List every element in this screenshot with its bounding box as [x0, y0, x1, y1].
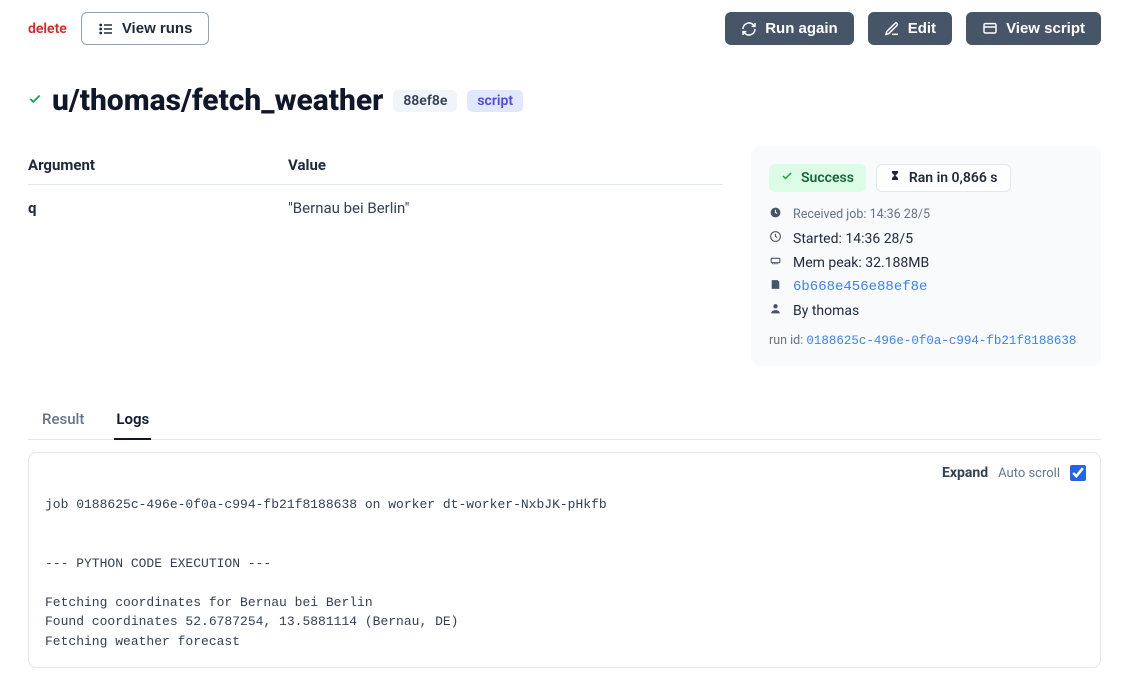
args-col-value: Value [288, 156, 326, 174]
auto-scroll-label: Auto scroll [998, 466, 1060, 481]
hourglass-icon [889, 170, 901, 186]
view-script-label: View script [1006, 20, 1085, 37]
duration-text: Ran in 0,866 s [909, 170, 998, 186]
view-runs-button[interactable]: View runs [81, 12, 210, 45]
logs-panel: Expand Auto scroll job 0188625c-496e-0f0… [28, 452, 1101, 668]
clock-icon [769, 206, 783, 223]
script-path: u/thomas/fetch_weather [52, 83, 383, 118]
view-runs-label: View runs [122, 20, 193, 37]
by-row: By thomas [769, 302, 1083, 319]
refresh-icon [741, 21, 757, 37]
run-again-label: Run again [765, 20, 838, 37]
received-row: Received job: 14:36 28/5 [769, 206, 1083, 223]
by-text: By thomas [793, 303, 859, 319]
check-icon [28, 92, 42, 110]
run-id-link[interactable]: 0188625c-496e-0f0a-c994-fb21f8188638 [806, 334, 1076, 348]
duration-badge: Ran in 0,866 s [876, 164, 1011, 192]
expand-button[interactable]: Expand [942, 465, 988, 481]
top-bar: delete View runs Run again Edit View scr… [28, 12, 1101, 45]
run-id-label: run id: [769, 333, 806, 348]
arg-name: q [28, 199, 288, 217]
started-row: Started: 14:36 28/5 [769, 230, 1083, 247]
arg-value: "Bernau bei Berlin" [288, 199, 409, 217]
run-info-panel: Success Ran in 0,866 s Received job: 14:… [751, 146, 1101, 366]
auto-scroll-checkbox[interactable] [1070, 465, 1086, 481]
user-icon [769, 302, 783, 319]
commit-link[interactable]: 6b668e456e88ef8e [793, 279, 927, 295]
args-col-argument: Argument [28, 156, 288, 174]
started-text: Started: 14:36 28/5 [793, 231, 913, 247]
title-row: u/thomas/fetch_weather 88ef8e script [28, 83, 1101, 118]
status-label: Success [801, 170, 854, 186]
tab-result[interactable]: Result [40, 402, 86, 440]
check-icon [781, 170, 793, 186]
kind-badge: script [467, 90, 523, 112]
status-badge: Success [769, 164, 866, 192]
run-again-button[interactable]: Run again [725, 12, 854, 45]
received-text: Received job: 14:36 28/5 [793, 207, 930, 222]
edit-icon [884, 21, 900, 37]
delete-link[interactable]: delete [28, 21, 67, 37]
tabs: Result Logs [28, 402, 1101, 440]
args-row: q "Bernau bei Berlin" [28, 185, 723, 231]
list-icon [98, 21, 114, 37]
edit-button[interactable]: Edit [868, 12, 952, 45]
mem-peak-row: Mem peak: 32.188MB [769, 254, 1083, 271]
logs-content: job 0188625c-496e-0f0a-c994-fb21f8188638… [43, 491, 1086, 655]
commit-row: 6b668e456e88ef8e [769, 278, 1083, 295]
memory-icon [769, 254, 783, 271]
run-id-row: run id: 0188625c-496e-0f0a-c994-fb21f818… [769, 333, 1083, 348]
view-script-button[interactable]: View script [966, 12, 1101, 45]
tab-logs[interactable]: Logs [114, 402, 151, 440]
short-hash-badge: 88ef8e [393, 90, 457, 112]
edit-label: Edit [908, 20, 936, 37]
mem-peak-text: Mem peak: 32.188MB [793, 255, 929, 271]
clock-icon [769, 230, 783, 247]
arguments-table: Argument Value q "Bernau bei Berlin" [28, 146, 723, 231]
script-icon [769, 278, 783, 295]
script-icon [982, 21, 998, 37]
